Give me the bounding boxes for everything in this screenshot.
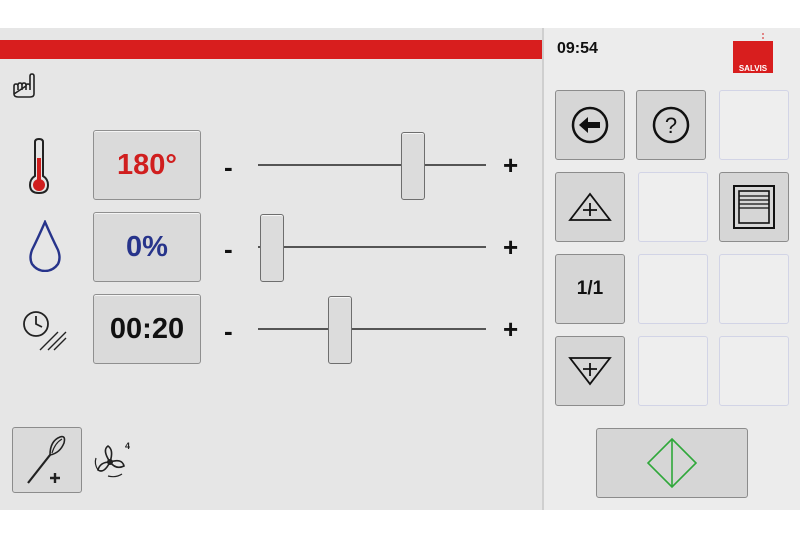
help-button[interactable]: ?	[636, 90, 706, 160]
back-button[interactable]	[555, 90, 625, 160]
salvis-logo: SALVIS	[733, 33, 773, 73]
temperature-value-button[interactable]: 180°	[93, 130, 201, 200]
whisk-add-icon	[27, 435, 66, 484]
thermometer-icon	[28, 138, 50, 194]
humidity-minus[interactable]: -	[224, 236, 233, 262]
time-plus[interactable]: +	[503, 316, 518, 342]
time-value-button[interactable]: 00:20	[93, 294, 201, 364]
step-counter: 1/1	[576, 278, 604, 299]
door-icon	[733, 185, 775, 229]
manual-mode-hand-icon	[13, 73, 35, 98]
temperature-minus[interactable]: -	[224, 154, 233, 180]
brand-name: SALVIS	[739, 64, 768, 73]
humidity-value-button[interactable]: 0%	[93, 212, 201, 282]
svg-text:?: ?	[665, 113, 677, 138]
back-arrow-icon	[571, 106, 609, 144]
humidity-plus[interactable]: +	[503, 234, 518, 260]
door-button[interactable]	[719, 172, 789, 242]
temperature-plus[interactable]: +	[503, 152, 518, 178]
clock: 09:54	[557, 40, 598, 57]
timer-icon	[23, 311, 67, 351]
temperature-value: 180°	[117, 148, 177, 181]
humidity-slider-thumb[interactable]	[260, 214, 284, 282]
oven-control-screen: 180° - + 0% - + 00:20 - + 4 09:54 SALVIS…	[0, 28, 800, 510]
empty-slot	[638, 336, 708, 406]
start-diamond-icon	[646, 437, 698, 489]
add-step-down-icon	[568, 357, 612, 386]
add-step-after-button[interactable]	[555, 336, 625, 406]
start-button[interactable]	[596, 428, 748, 498]
time-value: 00:20	[109, 312, 185, 345]
time-slider-thumb[interactable]	[328, 296, 352, 364]
add-step-before-button[interactable]	[555, 172, 625, 242]
empty-slot	[719, 90, 789, 160]
fan-icon: 4	[94, 441, 130, 478]
water-drop-icon	[29, 220, 61, 272]
time-slider-track[interactable]	[258, 328, 486, 330]
empty-slot	[719, 336, 789, 406]
empty-slot	[638, 172, 708, 242]
parameter-panel: 180° - + 0% - + 00:20 - + 4	[0, 28, 542, 510]
time-minus[interactable]: -	[224, 318, 233, 344]
humidity-value: 0%	[126, 230, 168, 263]
temperature-slider-thumb[interactable]	[401, 132, 425, 200]
humidity-slider-track[interactable]	[258, 246, 486, 248]
fan-level: 4	[125, 441, 130, 451]
add-whisk-button[interactable]	[12, 427, 82, 493]
empty-slot	[719, 254, 789, 324]
temperature-slider-track[interactable]	[258, 164, 486, 166]
status-bar	[0, 40, 542, 59]
step-counter-button[interactable]: 1/1	[555, 254, 625, 324]
add-step-up-icon	[568, 192, 612, 221]
empty-slot	[638, 254, 708, 324]
help-icon: ?	[652, 106, 690, 144]
